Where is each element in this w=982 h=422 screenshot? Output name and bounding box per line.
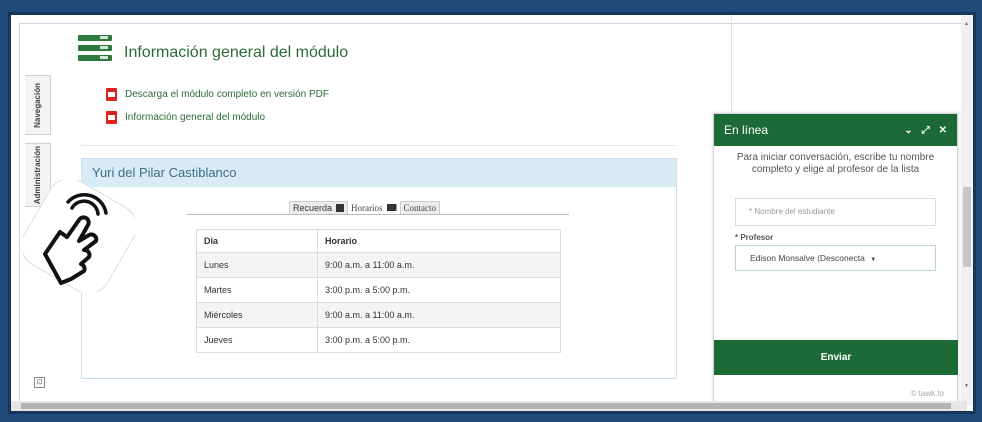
chat-intro: Para iniciar conversación, escribe tu no…	[736, 152, 935, 175]
tab-recuerda[interactable]: Recuerda	[289, 201, 349, 214]
time-cell: 9:00 a.m. a 11:00 a.m.	[317, 302, 561, 328]
table-row: Jueves 3:00 p.m. a 5:00 p.m.	[196, 327, 561, 353]
table-row: Miércoles 9:00 a.m. a 11:00 a.m.	[196, 302, 561, 328]
scroll-down-icon[interactable]: ▼	[964, 383, 969, 389]
table-row: Lunes 9:00 a.m. a 11:00 a.m.	[196, 252, 561, 278]
profesor-value: Edison Monsalve (Desconecta	[750, 253, 865, 263]
tab-horarios-label: Horarios	[351, 202, 383, 213]
table-row: Martes 3:00 p.m. a 5:00 p.m.	[196, 277, 561, 303]
tab-contacto-label: Contacto	[403, 203, 437, 213]
divider	[81, 145, 676, 146]
pdf-icon	[106, 111, 117, 124]
horizontal-scrollbar[interactable]	[11, 401, 967, 411]
scroll-up-icon[interactable]: ▲	[964, 21, 969, 27]
popout-icon[interactable]: ⤢	[922, 125, 930, 136]
pointer-hand-icon	[23, 180, 135, 292]
menu-bars-icon	[78, 35, 112, 61]
profesor-select[interactable]: Edison Monsalve (Desconecta ▼	[735, 245, 936, 271]
sidebar-toggle-button[interactable]: ⊡	[34, 377, 45, 388]
teacher-tabs: Recuerda Horarios Contacto	[187, 201, 569, 215]
time-cell: 9:00 a.m. a 11:00 a.m.	[317, 252, 561, 278]
table-header-row: Dia Horario	[196, 229, 561, 253]
minimize-icon[interactable]: ⌄	[904, 125, 912, 136]
page-title: Información general del módulo	[124, 44, 349, 61]
send-button[interactable]: Enviar	[714, 340, 958, 375]
caret-down-icon: ▼	[870, 257, 877, 263]
time-cell: 3:00 p.m. a 5:00 p.m.	[317, 277, 561, 303]
download-pdf-label: Descarga el módulo completo en versión P…	[125, 89, 329, 100]
module-info-label: Información general del módulo	[125, 112, 266, 123]
download-pdf-link[interactable]: Descarga el módulo completo en versión P…	[106, 88, 329, 101]
schedule-table: Dia Horario Lunes 9:00 a.m. a 11:00 a.m.…	[196, 229, 561, 353]
tab-navegacion-label: Navegación	[33, 82, 42, 128]
teacher-panel: Yuri del Pilar Castiblanco Recuerda Hora…	[81, 158, 677, 379]
calendar-icon	[336, 204, 345, 212]
hscroll-thumb[interactable]	[21, 403, 951, 409]
column-header: Dia	[196, 229, 318, 253]
module-info-link[interactable]: Información general del módulo	[106, 111, 265, 124]
tab-horarios[interactable]: Horarios	[348, 201, 400, 214]
student-name-input[interactable]: * Nombre del estudiante	[735, 198, 936, 226]
day-cell: Jueves	[196, 327, 318, 353]
close-icon[interactable]: ✕	[939, 125, 947, 136]
time-cell: 3:00 p.m. a 5:00 p.m.	[317, 327, 561, 353]
day-cell: Martes	[196, 277, 318, 303]
teacher-name: Yuri del Pilar Castiblanco	[82, 159, 676, 187]
tab-navegacion[interactable]: Navegación	[25, 75, 51, 135]
scroll-thumb[interactable]	[963, 187, 971, 267]
tab-contacto[interactable]: Contacto	[399, 201, 441, 214]
profesor-label: * Profesor	[735, 233, 774, 242]
tab-recuerda-label: Recuerda	[293, 203, 333, 213]
browser-frame: Navegación Administración ⊡ Información …	[8, 12, 976, 414]
mail-icon	[386, 204, 397, 211]
column-header: Horario	[317, 229, 561, 253]
tawk-brand[interactable]: © tawk.to	[911, 389, 944, 398]
pdf-icon	[106, 88, 117, 101]
day-cell: Lunes	[196, 252, 318, 278]
vertical-scrollbar[interactable]: ▲ ▼	[961, 15, 973, 405]
chat-widget: En línea ⌄ ⤢ ✕ Para iniciar conversación…	[713, 113, 958, 405]
chat-header: En línea ⌄ ⤢ ✕	[714, 114, 957, 146]
day-cell: Miércoles	[196, 302, 318, 328]
chat-title: En línea	[724, 123, 769, 137]
